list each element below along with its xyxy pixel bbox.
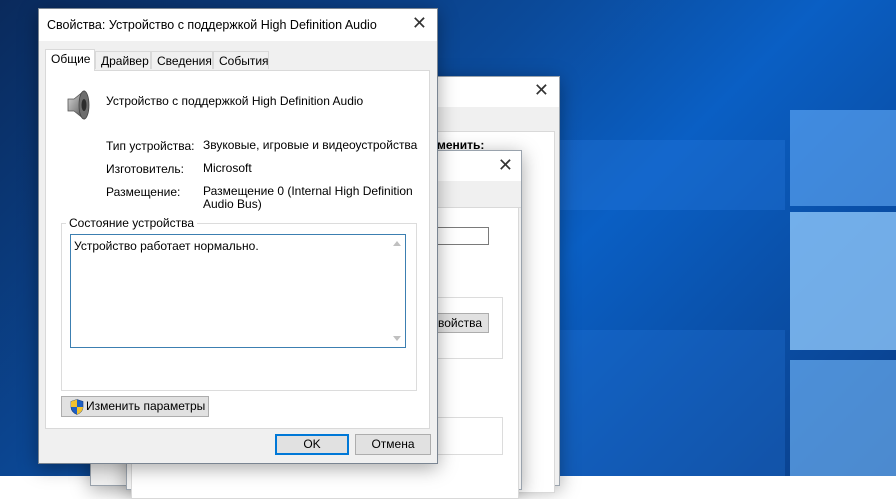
location-value: Размещение 0 (Internal High Definition A…: [203, 184, 413, 211]
status-scrollbar[interactable]: [389, 235, 405, 347]
properties-dialog: Свойства: Устройство с поддержкой High D…: [38, 8, 438, 464]
scroll-up-icon[interactable]: [393, 241, 401, 246]
close-icon[interactable]: ✕: [412, 15, 427, 33]
change-settings-button[interactable]: Изменить параметры: [61, 396, 209, 417]
device-type-value: Звуковые, игровые и видеоустройства: [203, 138, 418, 152]
dialog-title: Свойства: Устройство с поддержкой High D…: [47, 18, 377, 32]
change-settings-label: Изменить параметры: [86, 399, 206, 413]
wallpaper-pane: [790, 212, 896, 350]
wallpaper-pane: [560, 140, 785, 210]
manufacturer-label: Изготовитель:: [106, 162, 184, 176]
device-status-text: Устройство работает нормально.: [74, 239, 259, 253]
device-status-textbox[interactable]: Устройство работает нормально.: [70, 234, 406, 348]
wallpaper-pane: [790, 360, 896, 476]
device-name: Устройство с поддержкой High Definition …: [106, 94, 364, 108]
close-icon[interactable]: ✕: [534, 82, 549, 100]
tab-details[interactable]: Сведения: [151, 51, 213, 69]
wallpaper-pane: [790, 110, 896, 206]
tab-driver[interactable]: Драйвер: [95, 51, 151, 69]
manufacturer-value: Microsoft: [203, 161, 252, 175]
tab-events[interactable]: События: [213, 51, 269, 69]
uac-shield-icon: [70, 399, 84, 415]
scroll-down-icon[interactable]: [393, 336, 401, 341]
cancel-button[interactable]: Отмена: [355, 434, 431, 455]
wallpaper-pane: [560, 330, 785, 476]
location-label: Размещение:: [106, 185, 181, 199]
general-tab-page: Устройство с поддержкой High Definition …: [45, 70, 430, 429]
device-status-group-title: Состояние устройства: [66, 216, 198, 230]
speaker-icon: [67, 90, 90, 120]
ok-button[interactable]: OK: [275, 434, 349, 455]
tab-general[interactable]: Общие: [45, 49, 95, 71]
device-type-label: Тип устройства:: [106, 139, 195, 153]
close-icon[interactable]: ✕: [498, 157, 513, 175]
